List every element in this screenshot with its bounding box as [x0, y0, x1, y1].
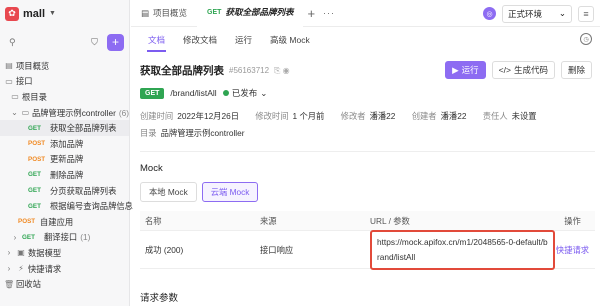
api-tree: ▤ 项目概览 ▭ 接口 ▭ 根目录 ⌄ ▭ 品牌管理示例controller (6) GET…: [0, 58, 133, 292]
api-path: /brand/listAll: [170, 88, 217, 98]
sidebar-folder-translate[interactable]: › GET 翻译接口 (1): [0, 230, 129, 246]
chevron-down-icon: ⌄: [11, 108, 18, 118]
search-icon: ⚲: [9, 36, 16, 47]
sidebar-item-api[interactable]: ▭ 接口: [0, 74, 129, 90]
params-heading: 请求参数: [140, 293, 179, 304]
sidebar-endpoint[interactable]: GET 根据编号查询品牌信息: [0, 198, 133, 214]
sidebar-item-overview[interactable]: ▤ 项目概览: [0, 58, 129, 74]
quick-icon: ⚡: [18, 264, 24, 274]
column-header: 操作: [564, 215, 581, 226]
tab-doc[interactable]: 文档: [139, 27, 174, 52]
mock-heading: Mock: [140, 163, 163, 174]
sidebar-item-trash[interactable]: 🗑 回收站: [0, 276, 129, 292]
sidebar: ✿ mall ▼ ⚲ ⛉ + ▤ 项目概览 ▭ 接口 ▭ 根目录 ⌄ ▭ 品牌管理示例co…: [0, 0, 133, 306]
divider: [140, 151, 595, 152]
folder-icon: ▭: [21, 108, 30, 118]
project-name: mall: [23, 7, 46, 20]
tab-endpoint[interactable]: GET 获取全部品牌列表: [197, 0, 304, 27]
chevron-down-icon: ⌄: [558, 8, 566, 18]
play-icon: ▶: [452, 64, 459, 75]
table-row: 成功 (200) 接口响应 https://mock.apifox.cn/m1/…: [140, 229, 595, 270]
filter-icon[interactable]: ⛉: [86, 34, 103, 51]
tab-cloud-mock[interactable]: 云端 Mock: [201, 182, 259, 202]
status-select[interactable]: 已发布 ⌄: [222, 87, 268, 99]
overview-icon: ▤: [141, 7, 150, 18]
generate-code-button[interactable]: </> 生成代码: [491, 61, 555, 79]
column-header: 来源: [260, 215, 277, 226]
mock-source: 接口响应: [260, 244, 294, 255]
chevron-right-icon: ›: [7, 264, 11, 274]
chevron-right-icon: ›: [7, 248, 11, 258]
tab-edit[interactable]: 修改文档: [174, 27, 226, 52]
history-icon[interactable]: ◷: [580, 33, 592, 45]
code-icon: </>: [498, 65, 511, 75]
mock-name: 成功 (200): [145, 244, 184, 255]
folder-icon: ▭: [5, 76, 13, 86]
sidebar-folder-brand[interactable]: ⌄ ▭ 品牌管理示例controller (6): [0, 105, 129, 121]
sidebar-item-models[interactable]: › ▣ 数据模型: [0, 245, 129, 261]
run-button[interactable]: ▶ 运行: [445, 61, 486, 79]
api-id: #56163712: [229, 66, 270, 75]
meta-info: 创建时间 2022年12月26日 修改时间 1 个月前 修改者 潘潘22 创建者 潘潘2…: [140, 111, 537, 121]
method-badge: GET: [140, 87, 165, 99]
sidebar-item-quick[interactable]: › ⚡ 快捷请求: [0, 261, 129, 277]
column-header: 名称: [145, 215, 162, 226]
project-switcher[interactable]: ✿ mall ▼: [0, 0, 129, 27]
page-title: 获取全部品牌列表: [140, 65, 224, 77]
overview-icon: ▤: [5, 61, 13, 71]
menu-icon[interactable]: ≡: [578, 5, 594, 22]
env-select[interactable]: 正式环境 ⌄: [502, 4, 572, 23]
status-dot: [222, 90, 229, 96]
doc-tabs: 文档 修改文档 运行 高级 Mock ◷: [131, 27, 600, 52]
mock-table: 名称 来源 URL / 参数 操作 成功 (200) 接口响应 https://…: [140, 211, 595, 270]
chevron-right-icon: ›: [13, 232, 17, 242]
tab-overview[interactable]: ▤ 项目概览: [131, 0, 197, 27]
sidebar-endpoint[interactable]: GET 获取全部品牌列表: [0, 120, 129, 136]
new-tab-icon[interactable]: +: [307, 6, 315, 21]
mock-url[interactable]: https://mock.apifox.cn/m1/2048565-0-defa…: [370, 229, 555, 270]
column-header: URL / 参数: [370, 215, 410, 226]
chevron-down-icon: ⌄: [260, 87, 268, 98]
directory-info: 目录 品牌管理示例controller: [140, 128, 245, 138]
more-icon[interactable]: ···: [323, 8, 335, 18]
project-logo: ✿: [5, 6, 19, 21]
sidebar-endpoint[interactable]: POST 自建应用: [0, 214, 129, 230]
sidebar-endpoint[interactable]: POST 更新品牌: [0, 152, 129, 168]
tab-local-mock[interactable]: 本地 Mock: [140, 182, 197, 202]
tab-run[interactable]: 运行: [226, 27, 261, 52]
trash-icon: 🗑: [4, 279, 15, 289]
tab-advanced-mock[interactable]: 高级 Mock: [261, 27, 319, 52]
add-button[interactable]: +: [107, 33, 124, 51]
share-icon[interactable]: ⎘ ◉: [274, 66, 290, 76]
tab-bar: ▤ 项目概览 GET 获取全部品牌列表 + ··· ◎ 正式环境 ⌄ ≡: [131, 0, 600, 27]
delete-button[interactable]: 删除: [560, 61, 592, 79]
sidebar-endpoint[interactable]: POST 添加品牌: [0, 136, 129, 152]
quick-request-link[interactable]: 快捷请求: [556, 245, 589, 255]
env-icon: ◎: [483, 7, 496, 20]
sidebar-item-root[interactable]: ▭ 根目录: [0, 89, 129, 105]
folder-icon: ▭: [11, 92, 19, 102]
chevron-down-icon: ▼: [49, 10, 56, 17]
sidebar-endpoint[interactable]: GET 删除品牌: [0, 167, 129, 183]
sidebar-endpoint[interactable]: GET 分页获取品牌列表: [0, 183, 129, 199]
search-input[interactable]: ⚲: [5, 33, 82, 51]
model-icon: ▣: [17, 248, 25, 258]
